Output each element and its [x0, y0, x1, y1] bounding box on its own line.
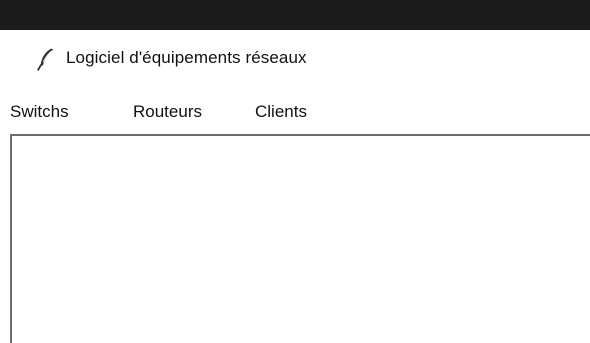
menu-bar: Switchs Routeurs Clients — [10, 98, 590, 130]
window-title: Logiciel d'équipements réseaux — [66, 48, 307, 67]
menu-routeurs[interactable]: Routeurs — [133, 102, 202, 122]
desktop-strip — [0, 0, 590, 30]
main-content-area[interactable] — [10, 134, 590, 343]
feather-icon — [36, 47, 56, 71]
menu-switchs[interactable]: Switchs — [10, 102, 69, 122]
title-bar[interactable]: Logiciel d'équipements réseaux — [10, 30, 590, 88]
menu-clients[interactable]: Clients — [255, 102, 307, 122]
screen: Logiciel d'équipements réseaux Switchs R… — [0, 0, 590, 343]
app-window: Logiciel d'équipements réseaux Switchs R… — [10, 30, 590, 343]
